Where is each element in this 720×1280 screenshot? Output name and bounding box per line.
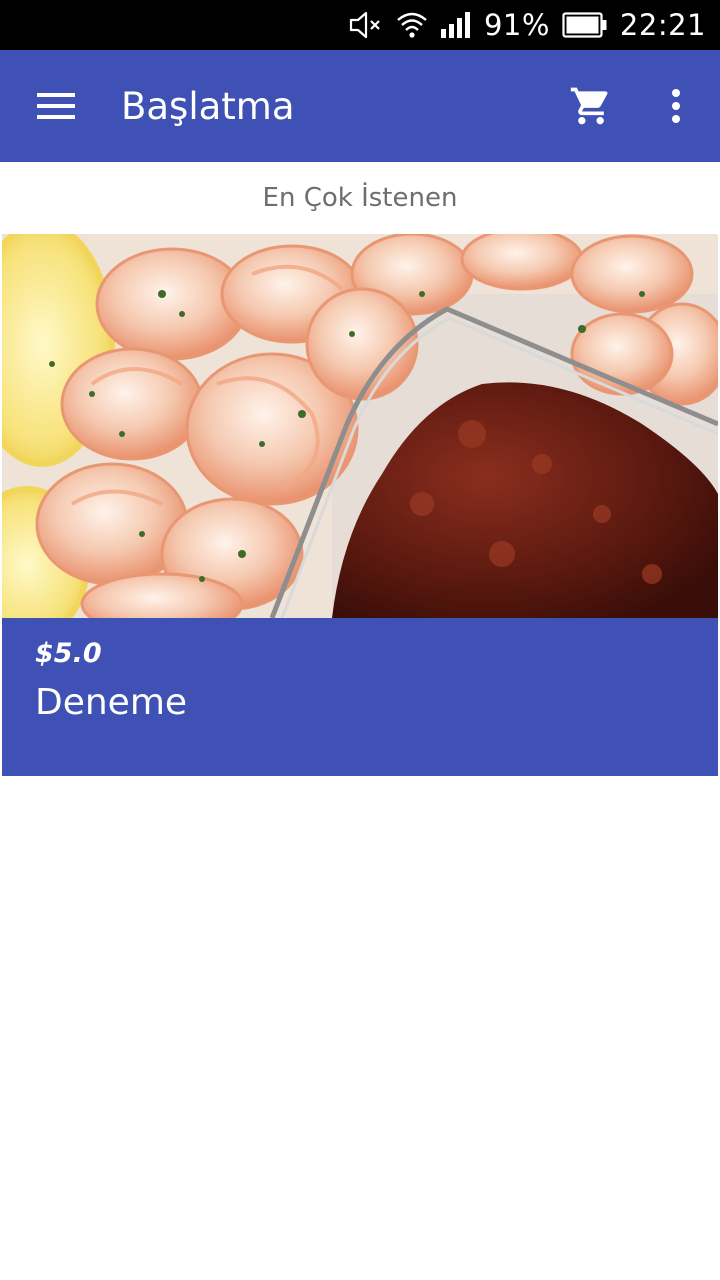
battery-icon bbox=[562, 11, 608, 39]
cart-button[interactable] bbox=[560, 78, 622, 134]
product-image bbox=[2, 234, 718, 618]
shopping-cart-icon bbox=[570, 87, 608, 125]
section-header: En Çok İstenen bbox=[262, 183, 458, 213]
status-icons: 91% 22:21 bbox=[348, 0, 706, 50]
mute-icon bbox=[348, 10, 384, 40]
shrimp-cocktail-photo bbox=[2, 234, 718, 618]
page-title: Başlatma bbox=[121, 85, 295, 128]
wifi-icon bbox=[396, 10, 428, 40]
overflow-menu-button[interactable] bbox=[650, 78, 702, 134]
navigation-menu-button[interactable] bbox=[20, 76, 92, 136]
product-card[interactable]: $5.0 Deneme bbox=[2, 234, 718, 776]
signal-icon bbox=[440, 10, 472, 40]
hamburger-menu-icon bbox=[37, 93, 75, 119]
product-price: $5.0 bbox=[35, 638, 102, 669]
clock: 22:21 bbox=[619, 8, 706, 42]
product-info: $5.0 Deneme bbox=[2, 618, 718, 776]
product-name: Deneme bbox=[35, 682, 188, 723]
status-bar: 91% 22:21 bbox=[0, 0, 720, 50]
app-bar: Başlatma bbox=[0, 50, 720, 162]
more-vertical-icon bbox=[672, 89, 680, 123]
battery-percent: 91% bbox=[483, 8, 550, 42]
